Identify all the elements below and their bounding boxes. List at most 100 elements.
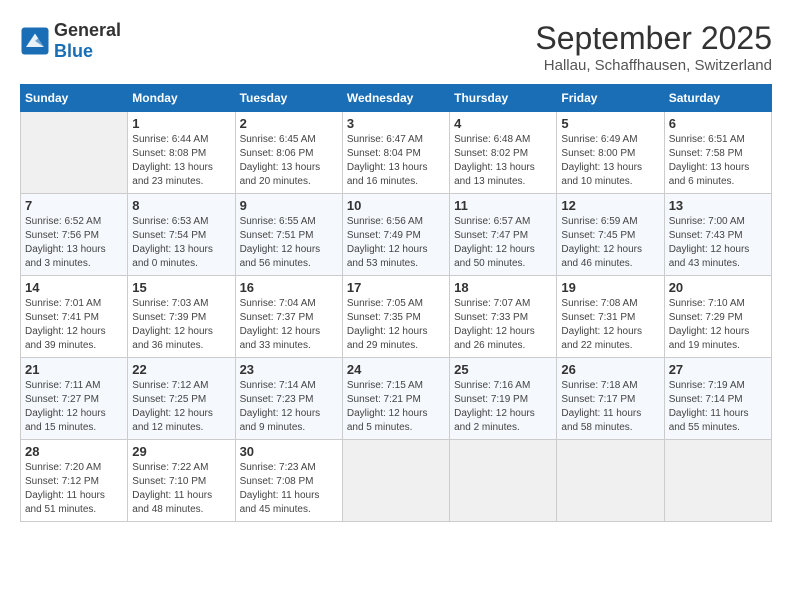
calendar-cell: 24 Sunrise: 7:15 AMSunset: 7:21 PMDayligh… bbox=[342, 358, 449, 440]
calendar-cell: 26 Sunrise: 7:18 AMSunset: 7:17 PMDayligh… bbox=[557, 358, 664, 440]
calendar-cell: 10 Sunrise: 6:56 AMSunset: 7:49 PMDayligh… bbox=[342, 194, 449, 276]
calendar-week-3: 14 Sunrise: 7:01 AMSunset: 7:41 PMDayligh… bbox=[21, 276, 772, 358]
day-info: Sunrise: 7:16 AMSunset: 7:19 PMDaylight:… bbox=[454, 379, 552, 435]
calendar-week-2: 7 Sunrise: 6:52 AMSunset: 7:56 PMDaylight… bbox=[21, 194, 772, 276]
day-info: Sunrise: 7:03 AMSunset: 7:39 PMDaylight:… bbox=[132, 297, 230, 353]
logo: General Blue bbox=[20, 20, 121, 62]
calendar-cell: 30Sunrise: 7:23 AMSunset: 7:08 PMDayligh… bbox=[235, 440, 342, 522]
calendar-cell: 25 Sunrise: 7:16 AMSunset: 7:19 PMDayligh… bbox=[450, 358, 557, 440]
day-info: Sunrise: 6:56 AMSunset: 7:49 PMDaylight:… bbox=[347, 215, 445, 271]
day-info: Sunrise: 6:45 AMSunset: 8:06 PMDaylight:… bbox=[240, 133, 338, 189]
calendar-cell: 22 Sunrise: 7:12 AMSunset: 7:25 PMDayligh… bbox=[128, 358, 235, 440]
day-number: 15 bbox=[132, 280, 230, 295]
calendar-cell: 8 Sunrise: 6:53 AMSunset: 7:54 PMDaylight… bbox=[128, 194, 235, 276]
calendar-cell bbox=[21, 112, 128, 194]
day-info: Sunrise: 6:55 AMSunset: 7:51 PMDaylight:… bbox=[240, 215, 338, 271]
calendar-cell: 23 Sunrise: 7:14 AMSunset: 7:23 PMDayligh… bbox=[235, 358, 342, 440]
day-number: 16 bbox=[240, 280, 338, 295]
day-number: 4 bbox=[454, 116, 552, 131]
calendar-cell: 12 Sunrise: 6:59 AMSunset: 7:45 PMDayligh… bbox=[557, 194, 664, 276]
title-area: September 2025 Hallau, Schaffhausen, Swi… bbox=[535, 20, 772, 74]
day-info: Sunrise: 7:14 AMSunset: 7:23 PMDaylight:… bbox=[240, 379, 338, 435]
calendar-cell bbox=[557, 440, 664, 522]
page-header: General Blue September 2025 Hallau, Scha… bbox=[20, 20, 772, 74]
calendar-cell: 29 Sunrise: 7:22 AMSunset: 7:10 PMDayligh… bbox=[128, 440, 235, 522]
day-number: 28 bbox=[25, 444, 123, 459]
day-info: Sunrise: 7:00 AMSunset: 7:43 PMDaylight:… bbox=[669, 215, 767, 271]
day-info: Sunrise: 7:01 AMSunset: 7:41 PMDaylight:… bbox=[25, 297, 123, 353]
day-info: Sunrise: 7:10 AMSunset: 7:29 PMDaylight:… bbox=[669, 297, 767, 353]
day-info: Sunrise: 6:47 AMSunset: 8:04 PMDaylight:… bbox=[347, 133, 445, 189]
day-number: 25 bbox=[454, 362, 552, 377]
calendar-cell bbox=[342, 440, 449, 522]
day-number: 10 bbox=[347, 198, 445, 213]
day-info: Sunrise: 7:15 AMSunset: 7:21 PMDaylight:… bbox=[347, 379, 445, 435]
logo-icon bbox=[20, 26, 50, 56]
calendar-cell: 2 Sunrise: 6:45 AMSunset: 8:06 PMDaylight… bbox=[235, 112, 342, 194]
day-info: Sunrise: 7:08 AMSunset: 7:31 PMDaylight:… bbox=[561, 297, 659, 353]
day-number: 6 bbox=[669, 116, 767, 131]
calendar-cell: 17 Sunrise: 7:05 AMSunset: 7:35 PMDayligh… bbox=[342, 276, 449, 358]
day-header-saturday: Saturday bbox=[664, 85, 771, 112]
day-number: 20 bbox=[669, 280, 767, 295]
day-number: 1 bbox=[132, 116, 230, 131]
day-number: 29 bbox=[132, 444, 230, 459]
day-info: Sunrise: 6:59 AMSunset: 7:45 PMDaylight:… bbox=[561, 215, 659, 271]
calendar-cell: 13Sunrise: 7:00 AMSunset: 7:43 PMDayligh… bbox=[664, 194, 771, 276]
day-info: Sunrise: 7:12 AMSunset: 7:25 PMDaylight:… bbox=[132, 379, 230, 435]
day-info: Sunrise: 6:48 AMSunset: 8:02 PMDaylight:… bbox=[454, 133, 552, 189]
day-info: Sunrise: 6:51 AMSunset: 7:58 PMDaylight:… bbox=[669, 133, 767, 189]
calendar-cell: 11Sunrise: 6:57 AMSunset: 7:47 PMDayligh… bbox=[450, 194, 557, 276]
day-info: Sunrise: 6:44 AMSunset: 8:08 PMDaylight:… bbox=[132, 133, 230, 189]
calendar-cell bbox=[664, 440, 771, 522]
day-number: 19 bbox=[561, 280, 659, 295]
calendar-cell: 9Sunrise: 6:55 AMSunset: 7:51 PMDaylight… bbox=[235, 194, 342, 276]
day-header-tuesday: Tuesday bbox=[235, 85, 342, 112]
day-number: 27 bbox=[669, 362, 767, 377]
day-info: Sunrise: 7:05 AMSunset: 7:35 PMDaylight:… bbox=[347, 297, 445, 353]
day-number: 21 bbox=[25, 362, 123, 377]
day-number: 7 bbox=[25, 198, 123, 213]
day-number: 23 bbox=[240, 362, 338, 377]
calendar-cell bbox=[450, 440, 557, 522]
calendar-cell: 4 Sunrise: 6:48 AMSunset: 8:02 PMDaylight… bbox=[450, 112, 557, 194]
calendar-cell: 15 Sunrise: 7:03 AMSunset: 7:39 PMDayligh… bbox=[128, 276, 235, 358]
calendar-cell: 3 Sunrise: 6:47 AMSunset: 8:04 PMDaylight… bbox=[342, 112, 449, 194]
day-number: 14 bbox=[25, 280, 123, 295]
logo-text: General Blue bbox=[54, 20, 121, 62]
day-info: Sunrise: 7:11 AMSunset: 7:27 PMDaylight:… bbox=[25, 379, 123, 435]
day-number: 24 bbox=[347, 362, 445, 377]
month-title: September 2025 bbox=[535, 20, 772, 57]
calendar-cell: 18Sunrise: 7:07 AMSunset: 7:33 PMDayligh… bbox=[450, 276, 557, 358]
day-header-friday: Friday bbox=[557, 85, 664, 112]
day-number: 8 bbox=[132, 198, 230, 213]
day-number: 3 bbox=[347, 116, 445, 131]
calendar-cell: 28 Sunrise: 7:20 AMSunset: 7:12 PMDayligh… bbox=[21, 440, 128, 522]
day-number: 26 bbox=[561, 362, 659, 377]
calendar-cell: 1 Sunrise: 6:44 AMSunset: 8:08 PMDaylight… bbox=[128, 112, 235, 194]
day-number: 2 bbox=[240, 116, 338, 131]
day-info: Sunrise: 7:18 AMSunset: 7:17 PMDaylight:… bbox=[561, 379, 659, 435]
day-info: Sunrise: 6:53 AMSunset: 7:54 PMDaylight:… bbox=[132, 215, 230, 271]
day-info: Sunrise: 7:22 AMSunset: 7:10 PMDaylight:… bbox=[132, 461, 230, 517]
day-info: Sunrise: 7:04 AMSunset: 7:37 PMDaylight:… bbox=[240, 297, 338, 353]
day-number: 17 bbox=[347, 280, 445, 295]
calendar-week-1: 1 Sunrise: 6:44 AMSunset: 8:08 PMDaylight… bbox=[21, 112, 772, 194]
day-info: Sunrise: 7:19 AMSunset: 7:14 PMDaylight:… bbox=[669, 379, 767, 435]
calendar-cell: 16 Sunrise: 7:04 AMSunset: 7:37 PMDayligh… bbox=[235, 276, 342, 358]
calendar-cell: 21 Sunrise: 7:11 AMSunset: 7:27 PMDayligh… bbox=[21, 358, 128, 440]
location-subtitle: Hallau, Schaffhausen, Switzerland bbox=[535, 57, 772, 74]
day-header-monday: Monday bbox=[128, 85, 235, 112]
calendar-cell: 20 Sunrise: 7:10 AMSunset: 7:29 PMDayligh… bbox=[664, 276, 771, 358]
day-number: 22 bbox=[132, 362, 230, 377]
calendar-cell: 27 Sunrise: 7:19 AMSunset: 7:14 PMDayligh… bbox=[664, 358, 771, 440]
day-info: Sunrise: 6:49 AMSunset: 8:00 PMDaylight:… bbox=[561, 133, 659, 189]
day-info: Sunrise: 7:23 AMSunset: 7:08 PMDaylight:… bbox=[240, 461, 338, 517]
day-number: 12 bbox=[561, 198, 659, 213]
day-info: Sunrise: 7:20 AMSunset: 7:12 PMDaylight:… bbox=[25, 461, 123, 517]
calendar-cell: 14 Sunrise: 7:01 AMSunset: 7:41 PMDayligh… bbox=[21, 276, 128, 358]
day-number: 5 bbox=[561, 116, 659, 131]
day-info: Sunrise: 6:52 AMSunset: 7:56 PMDaylight:… bbox=[25, 215, 123, 271]
calendar-cell: 5 Sunrise: 6:49 AMSunset: 8:00 PMDaylight… bbox=[557, 112, 664, 194]
calendar-table: SundayMondayTuesdayWednesdayThursdayFrid… bbox=[20, 84, 772, 522]
